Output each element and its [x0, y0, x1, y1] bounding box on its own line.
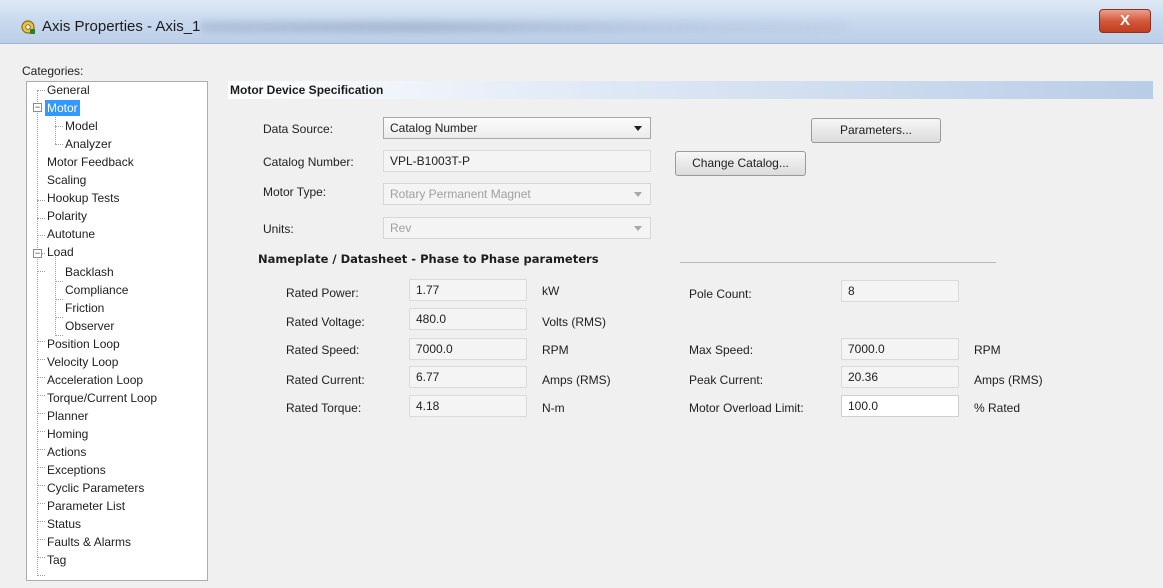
collapse-load-icon[interactable]: − [33, 249, 42, 258]
rated-torque-label: Rated Torque: [286, 401, 362, 415]
title-bar: Axis Properties - Axis_1 X [0, 0, 1163, 44]
rated-power-label: Rated Power: [286, 286, 359, 300]
tree-item-model[interactable]: Model [65, 118, 98, 134]
rated-torque-unit: N-m [542, 401, 565, 415]
rated-current-label: Rated Current: [286, 373, 365, 387]
tree-item-acceleration-loop[interactable]: Acceleration Loop [47, 372, 143, 388]
axis-properties-icon [21, 20, 35, 34]
tree-item-tag[interactable]: Tag [47, 552, 66, 568]
motor-overload-limit-unit: % Rated [974, 401, 1021, 415]
tree-item-faults-alarms[interactable]: Faults & Alarms [47, 534, 131, 550]
tree-item-general[interactable]: General [47, 82, 90, 98]
data-source-label: Data Source: [263, 122, 334, 136]
tree-item-compliance[interactable]: Compliance [65, 282, 128, 298]
tree-guide-line [55, 254, 56, 336]
peak-current-field: 20.36 [841, 366, 959, 388]
catalog-number-label: Catalog Number: [263, 155, 354, 169]
motor-overload-limit-input[interactable]: 100.0 [841, 395, 959, 417]
rated-power-unit: kW [542, 284, 560, 298]
tree-item-velocity-loop[interactable]: Velocity Loop [47, 354, 118, 370]
tree-item-autotune[interactable]: Autotune [47, 226, 95, 242]
rated-voltage-label: Rated Voltage: [286, 315, 365, 329]
tree-item-position-loop[interactable]: Position Loop [47, 336, 120, 352]
tree-item-status[interactable]: Status [47, 516, 81, 532]
tree-item-backlash[interactable]: Backlash [65, 264, 114, 280]
tree-item-polarity[interactable]: Polarity [47, 208, 87, 224]
section-header: Motor Device Specification [228, 81, 1153, 99]
data-source-value: Catalog Number [390, 121, 478, 135]
data-source-select[interactable]: Catalog Number [383, 117, 651, 139]
motor-type-label: Motor Type: [263, 185, 327, 199]
rated-current-field: 6.77 [409, 366, 527, 388]
collapse-motor-icon[interactable]: − [33, 103, 42, 112]
change-catalog-button[interactable]: Change Catalog... [675, 151, 806, 176]
window-title: Axis Properties - Axis_1 [42, 18, 201, 35]
dialog-body: Categories: − − General Motor Model Anal… [0, 44, 1163, 588]
rated-speed-unit: RPM [542, 343, 569, 357]
tree-item-exceptions[interactable]: Exceptions [47, 462, 106, 478]
tree-item-motor[interactable]: Motor [45, 100, 80, 116]
pole-count-field: 8 [841, 280, 959, 302]
max-speed-field: 7000.0 [841, 338, 959, 360]
units-value: Rev [390, 221, 412, 235]
units-label: Units: [263, 222, 294, 236]
rated-current-unit: Amps (RMS) [542, 373, 611, 387]
max-speed-label: Max Speed: [689, 343, 754, 357]
blurred-title-tabs [200, 21, 850, 33]
motor-overload-limit-label: Motor Overload Limit: [689, 401, 804, 415]
chevron-down-icon [634, 192, 642, 197]
tree-item-observer[interactable]: Observer [65, 318, 114, 334]
rated-torque-field: 4.18 [409, 395, 527, 417]
peak-current-unit: Amps (RMS) [974, 373, 1043, 387]
tree-item-cyclic-parameters[interactable]: Cyclic Parameters [47, 480, 144, 496]
tree-item-torque-current-loop[interactable]: Torque/Current Loop [47, 390, 157, 406]
tree-item-planner[interactable]: Planner [47, 408, 88, 424]
tree-item-homing[interactable]: Homing [47, 426, 88, 442]
categories-label: Categories: [22, 64, 84, 78]
motor-type-value: Rotary Permanent Magnet [390, 187, 531, 201]
pole-count-label: Pole Count: [689, 287, 752, 301]
tree-item-friction[interactable]: Friction [65, 300, 104, 316]
close-button[interactable]: X [1099, 9, 1151, 33]
categories-tree[interactable]: − − General Motor Model Analyzer Motor F… [26, 81, 208, 581]
rated-power-field: 1.77 [409, 279, 527, 301]
rated-speed-label: Rated Speed: [286, 343, 360, 357]
max-speed-unit: RPM [974, 343, 1001, 357]
nameplate-heading: Nameplate / Datasheet - Phase to Phase p… [258, 252, 599, 266]
tree-item-motor-feedback[interactable]: Motor Feedback [47, 154, 134, 170]
nameplate-divider [680, 262, 996, 263]
tree-item-load[interactable]: Load [47, 244, 74, 260]
catalog-number-field: VPL-B1003T-P [383, 150, 651, 172]
peak-current-label: Peak Current: [689, 373, 764, 387]
parameters-button[interactable]: Parameters... [811, 118, 941, 143]
chevron-down-icon [634, 226, 642, 231]
tree-item-parameter-list[interactable]: Parameter List [47, 498, 125, 514]
rated-speed-field: 7000.0 [409, 338, 527, 360]
tree-item-scaling[interactable]: Scaling [47, 172, 86, 188]
motor-type-select: Rotary Permanent Magnet [383, 183, 651, 205]
rated-voltage-unit: Volts (RMS) [542, 315, 607, 329]
rated-voltage-field: 480.0 [409, 308, 527, 330]
units-select: Rev [383, 217, 651, 239]
chevron-down-icon [634, 126, 642, 131]
tree-item-actions[interactable]: Actions [47, 444, 86, 460]
tree-item-analyzer[interactable]: Analyzer [65, 136, 112, 152]
tree-item-hookup-tests[interactable]: Hookup Tests [47, 190, 120, 206]
